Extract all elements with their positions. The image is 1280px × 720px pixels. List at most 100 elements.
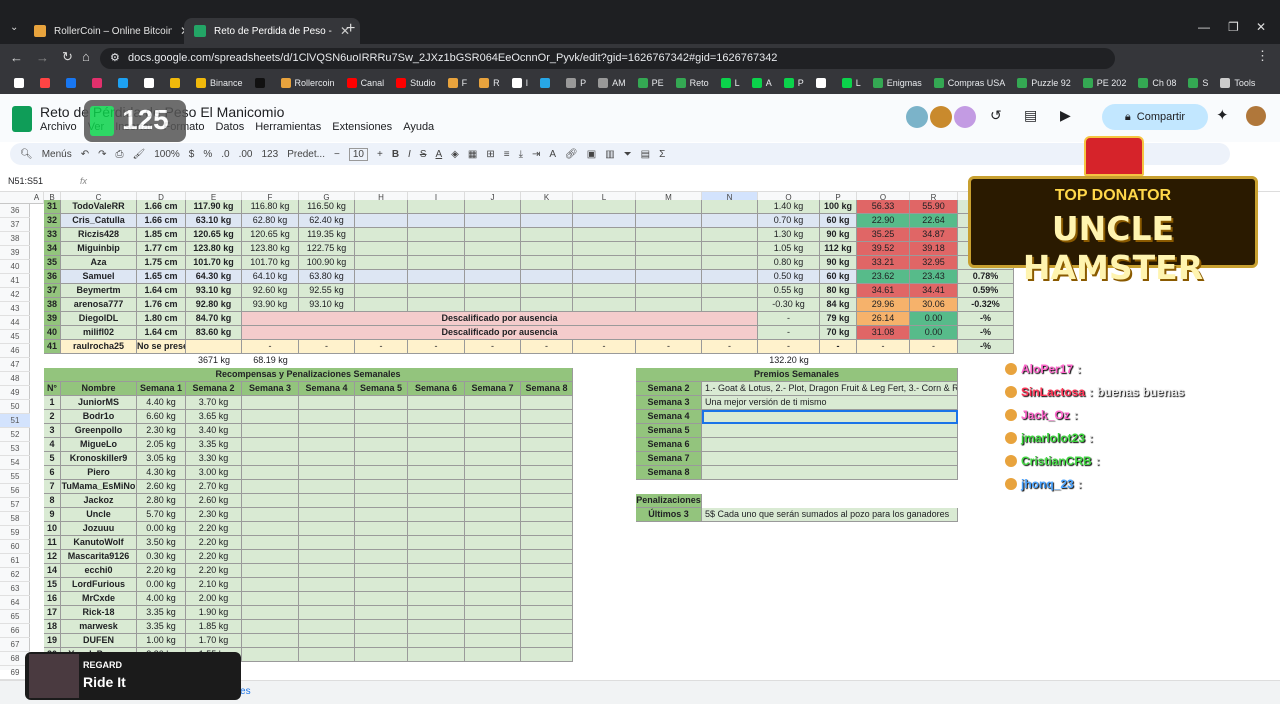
menu-ayuda[interactable]: Ayuda [403, 121, 434, 133]
reward-number[interactable]: 7 [44, 480, 61, 494]
participant-number[interactable]: 34 [44, 242, 61, 256]
address-bar[interactable]: ⚙ docs.google.com/spreadsheets/d/1ClVQSN… [100, 48, 1115, 69]
font-select[interactable]: Predet... [287, 149, 325, 160]
reward-value[interactable]: 0.00 kg [137, 578, 186, 592]
bookmark-item[interactable]: P [566, 78, 586, 88]
print-icon[interactable]: ⎙ [116, 149, 124, 160]
reward-value[interactable] [408, 452, 465, 466]
reward-value[interactable] [521, 410, 573, 424]
reward-value[interactable]: 0.00 kg [137, 522, 186, 536]
reward-value[interactable] [355, 606, 408, 620]
reward-name[interactable]: Jozuuu [61, 522, 137, 536]
participant-name[interactable]: Miguinbip [61, 242, 137, 256]
reward-value[interactable] [465, 494, 521, 508]
reward-value[interactable] [242, 410, 299, 424]
percent-change[interactable]: -% [958, 326, 1014, 340]
reward-name[interactable]: Jackoz [61, 494, 137, 508]
reward-value[interactable]: 2.80 kg [137, 494, 186, 508]
reward-value[interactable] [242, 438, 299, 452]
reward-value[interactable]: 2.20 kg [186, 550, 242, 564]
reward-value[interactable]: 4.30 kg [137, 466, 186, 480]
reward-value[interactable] [242, 396, 299, 410]
row-header[interactable]: 46 [0, 344, 30, 358]
participant-height[interactable]: 1.65 cm [137, 270, 186, 284]
reward-value[interactable] [299, 550, 355, 564]
cell[interactable] [521, 270, 573, 284]
cell[interactable] [408, 298, 465, 312]
reward-name[interactable]: Bodr1o [61, 410, 137, 424]
bmi-start[interactable]: 56.33 [857, 200, 910, 214]
reward-value[interactable] [408, 536, 465, 550]
currency-button[interactable]: $ [189, 149, 195, 160]
row-header[interactable]: 57 [0, 498, 30, 512]
reward-value[interactable] [299, 522, 355, 536]
cell[interactable]: 93.10 kg [299, 298, 355, 312]
reward-number[interactable]: 5 [44, 452, 61, 466]
browser-menu-icon[interactable]: ⋮ [1256, 48, 1269, 64]
cell[interactable] [636, 228, 702, 242]
reward-value[interactable] [355, 438, 408, 452]
home-icon[interactable]: ⌂ [82, 49, 90, 64]
weight-lost[interactable]: 1.30 kg [758, 228, 820, 242]
reward-value[interactable]: 3.70 kg [186, 396, 242, 410]
reward-value[interactable] [355, 522, 408, 536]
bookmark-item[interactable] [144, 78, 158, 88]
row-header[interactable]: 45 [0, 330, 30, 344]
reward-value[interactable] [355, 410, 408, 424]
weight-week1[interactable]: 83.60 kg [186, 326, 242, 340]
reward-value[interactable] [521, 466, 573, 480]
target-weight[interactable]: 60 kg [820, 214, 857, 228]
valign-icon[interactable]: ⤓ [519, 149, 523, 160]
cell[interactable]: - [465, 340, 521, 354]
reward-value[interactable] [465, 396, 521, 410]
cell[interactable] [573, 298, 636, 312]
cell[interactable]: 116.50 kg [299, 200, 355, 214]
bookmark-item[interactable] [815, 78, 830, 88]
bmi-start[interactable]: 31.08 [857, 326, 910, 340]
reward-value[interactable] [299, 592, 355, 606]
reward-value[interactable] [299, 564, 355, 578]
reward-value[interactable] [299, 410, 355, 424]
reward-value[interactable]: 2.30 kg [137, 424, 186, 438]
reward-value[interactable] [355, 508, 408, 522]
participant-number[interactable]: 32 [44, 214, 61, 228]
weight-week1[interactable]: 92.80 kg [186, 298, 242, 312]
link-icon[interactable]: 🔗︎ [565, 149, 578, 160]
reward-value[interactable]: 6.60 kg [137, 410, 186, 424]
reward-value[interactable] [521, 508, 573, 522]
reward-name[interactable]: Piero [61, 466, 137, 480]
reward-value[interactable] [521, 480, 573, 494]
bmi-current[interactable]: 34.87 [910, 228, 958, 242]
reward-value[interactable] [521, 424, 573, 438]
reward-name[interactable]: Mascarita9126 [61, 550, 137, 564]
cell[interactable] [465, 200, 521, 214]
maximize-icon[interactable]: ❐ [1228, 20, 1239, 34]
row-header[interactable]: 44 [0, 316, 30, 330]
cell[interactable] [408, 228, 465, 242]
reward-value[interactable]: 1.90 kg [186, 606, 242, 620]
participant-height[interactable]: 1.85 cm [137, 228, 186, 242]
participant-name[interactable]: Riczis428 [61, 228, 137, 242]
cell[interactable] [636, 242, 702, 256]
weight-lost[interactable]: 0.70 kg [758, 214, 820, 228]
reward-value[interactable] [465, 620, 521, 634]
participant-number[interactable]: 36 [44, 270, 61, 284]
sheets-logo-icon[interactable] [12, 106, 32, 132]
cell[interactable] [702, 256, 758, 270]
reward-value[interactable] [521, 536, 573, 550]
bmi-start[interactable]: 23.62 [857, 270, 910, 284]
reward-value[interactable] [299, 452, 355, 466]
row-header[interactable]: 51 [0, 414, 30, 428]
reward-value[interactable] [408, 592, 465, 606]
menu-archivo[interactable]: Archivo [40, 121, 77, 133]
row-header[interactable]: 47 [0, 358, 30, 372]
gemini-icon[interactable]: ✦ [1216, 106, 1229, 124]
weight-week1[interactable]: 117.90 kg [186, 200, 242, 214]
reward-value[interactable] [408, 550, 465, 564]
row-header[interactable]: 65 [0, 610, 30, 624]
reward-value[interactable] [242, 634, 299, 648]
prize-description[interactable]: 1.- Goat & Lotus, 2.- Plot, Dragon Fruit… [702, 382, 958, 396]
reward-value[interactable]: 3.35 kg [137, 620, 186, 634]
reward-value[interactable] [408, 564, 465, 578]
reward-value[interactable] [521, 438, 573, 452]
